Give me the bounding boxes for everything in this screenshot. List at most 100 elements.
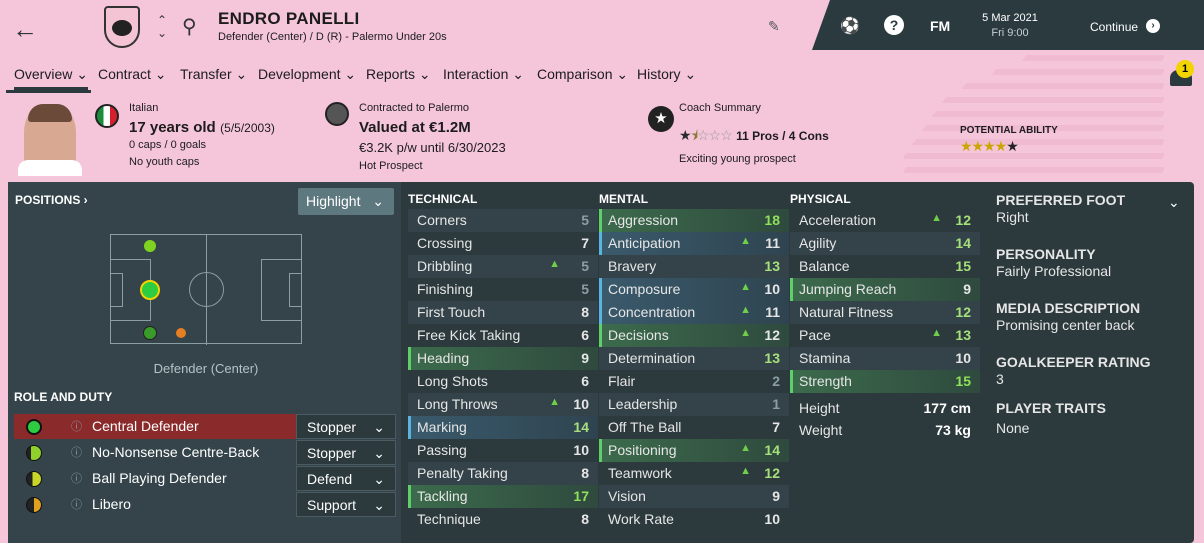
attr-long-shots[interactable]: Long Shots 6 (408, 370, 598, 393)
tab-contract[interactable]: Contract ⌄ (98, 66, 167, 83)
attr-penalty[interactable]: Penalty Taking 8 (408, 462, 598, 485)
edit-pencil-icon[interactable]: ✎ (768, 18, 780, 35)
attr-name: Positioning (608, 442, 677, 458)
attr-long-throws[interactable]: Long Throws ▲ 10 (408, 393, 598, 416)
attr-off-the-ball[interactable]: Off The Ball 7 (599, 416, 789, 439)
attr-vision[interactable]: Vision 9 (599, 485, 789, 508)
continue-button[interactable]: Continue (1090, 20, 1138, 34)
fm-menu-button[interactable]: FM (930, 18, 950, 34)
attr-agility[interactable]: Agility 14 (790, 232, 980, 255)
tab-reports[interactable]: Reports ⌄ (366, 66, 431, 83)
role-name: No-Nonsense Centre-Back (92, 444, 260, 460)
preferred-foot-label: PREFERRED FOOT (996, 192, 1126, 208)
progress-arrow-icon: ▲ (931, 327, 942, 339)
attr-leadership[interactable]: Leadership 1 (599, 393, 789, 416)
role-suitability-icon (26, 471, 42, 487)
attr-crossing[interactable]: Crossing 7 (408, 232, 598, 255)
info-icon[interactable]: ⓘ (71, 418, 82, 434)
attr-composure[interactable]: Composure ▲ 10 (599, 278, 789, 301)
attr-first-touch[interactable]: First Touch 8 (408, 301, 598, 324)
attr-natural-fitness[interactable]: Natural Fitness 12 (790, 301, 980, 324)
technical-header: TECHNICAL (408, 192, 478, 206)
attr-pace[interactable]: Pace ▲ 13 (790, 324, 980, 347)
role-name: Libero (92, 496, 131, 512)
back-arrow-icon[interactable]: ← (12, 14, 38, 45)
info-icon[interactable]: ⓘ (71, 496, 82, 512)
age: 17 years old (129, 119, 216, 136)
attr-jumping-reach[interactable]: Jumping Reach 9 (790, 278, 980, 301)
attr-work-rate[interactable]: Work Rate 10 (599, 508, 789, 531)
tab-development[interactable]: Development ⌄ (258, 66, 356, 83)
attr-passing[interactable]: Passing 10 (408, 439, 598, 462)
attr-aggression[interactable]: Aggression 18 (599, 209, 789, 232)
attr-name: Corners (417, 212, 467, 228)
attr-value: 8 (581, 304, 589, 320)
position-dot-natural (140, 280, 160, 300)
attr-concentration[interactable]: Concentration ▲ 11 (599, 301, 789, 324)
duty-dropdown[interactable]: Stopper ⌄ (296, 414, 396, 439)
tab-overview[interactable]: Overview ⌄ (14, 66, 88, 90)
attr-positioning[interactable]: Positioning ▲ 14 (599, 439, 789, 462)
attr-stamina[interactable]: Stamina 10 (790, 347, 980, 370)
player-name: ENDRO PANELLI (218, 9, 360, 28)
positions-header[interactable]: POSITIONS › (15, 193, 88, 207)
attr-dribbling[interactable]: Dribbling ▲ 5 (408, 255, 598, 278)
attr-finishing[interactable]: Finishing 5 (408, 278, 598, 301)
duty-dropdown[interactable]: Defend ⌄ (296, 466, 396, 491)
info-icon[interactable]: ⓘ (71, 470, 82, 486)
club-badge-icon (325, 102, 349, 126)
role-row-ball-playing[interactable]: ⓘ Ball Playing Defender Defend ⌄ (14, 466, 396, 491)
attr-decisions[interactable]: Decisions ▲ 12 (599, 324, 789, 347)
attr-flair[interactable]: Flair 2 (599, 370, 789, 393)
previous-next-player-icon[interactable]: ⌃ ⌄ (157, 14, 167, 40)
attr-value: 10 (764, 281, 780, 297)
attr-heading[interactable]: Heading 9 (408, 347, 598, 370)
search-icon[interactable]: ⚲ (182, 14, 197, 39)
attr-acceleration[interactable]: Acceleration ▲ 12 (790, 209, 980, 232)
goalkeeper-rating: 3 (996, 371, 1004, 387)
tab-label: Contract (98, 66, 151, 82)
role-row-central-defender[interactable]: ⓘ Central Defender Stopper ⌄ (14, 414, 396, 439)
info-icon[interactable]: ⓘ (71, 444, 82, 460)
tab-history[interactable]: History ⌄ (637, 66, 696, 83)
highlight-dropdown[interactable]: Highlight ⌄ (298, 188, 394, 215)
age-line: 17 years old (5/5/2003) (129, 119, 275, 137)
attr-name: Vision (608, 488, 646, 504)
help-icon[interactable]: ? (884, 15, 904, 35)
attr-name: Free Kick Taking (417, 327, 521, 343)
attr-determination[interactable]: Determination 13 (599, 347, 789, 370)
current-ability-stars: ★⯨☆☆☆ (679, 127, 733, 143)
role-row-libero[interactable]: ⓘ Libero Support ⌄ (14, 492, 396, 517)
attr-balance[interactable]: Balance 15 (790, 255, 980, 278)
attr-marking[interactable]: Marking 14 (408, 416, 598, 439)
personality-label: PERSONALITY (996, 246, 1096, 262)
attr-tackling[interactable]: Tackling 17 (408, 485, 598, 508)
attr-value: 14 (573, 419, 589, 435)
attr-name: Dribbling (417, 258, 473, 274)
role-row-no-nonsense[interactable]: ⓘ No-Nonsense Centre-Back Stopper ⌄ (14, 440, 396, 465)
attr-free-kick[interactable]: Free Kick Taking 6 (408, 324, 598, 347)
attr-anticipation[interactable]: Anticipation ▲ 11 (599, 232, 789, 255)
continue-arrow-icon[interactable]: › (1146, 19, 1160, 33)
attr-bravery[interactable]: Bravery 13 (599, 255, 789, 278)
duty-dropdown[interactable]: Stopper ⌄ (296, 440, 396, 465)
progress-arrow-icon: ▲ (740, 442, 751, 454)
attr-technique[interactable]: Technique 8 (408, 508, 598, 531)
attr-name: Anticipation (608, 235, 681, 251)
attr-corners[interactable]: Corners 5 (408, 209, 598, 232)
attr-teamwork[interactable]: Teamwork ▲ 12 (599, 462, 789, 485)
attr-name: Tackling (417, 488, 468, 504)
tab-comparison[interactable]: Comparison ⌄ (537, 66, 628, 83)
globe-icon[interactable]: ⚽ (840, 16, 860, 36)
tab-interaction[interactable]: Interaction ⌄ (443, 66, 524, 83)
attr-name: Long Shots (417, 373, 488, 389)
player-traits-label: PLAYER TRAITS (996, 400, 1106, 416)
attr-value: 6 (581, 373, 589, 389)
tab-label: Overview (14, 66, 73, 82)
attr-strength[interactable]: Strength 15 (790, 370, 980, 393)
chevron-down-icon[interactable]: ⌄ (1168, 194, 1180, 211)
progress-arrow-icon: ▲ (740, 327, 751, 339)
tab-transfer[interactable]: Transfer ⌄ (180, 66, 247, 83)
notification-icon[interactable]: 1 (1170, 60, 1198, 88)
duty-dropdown[interactable]: Support ⌄ (296, 492, 396, 517)
